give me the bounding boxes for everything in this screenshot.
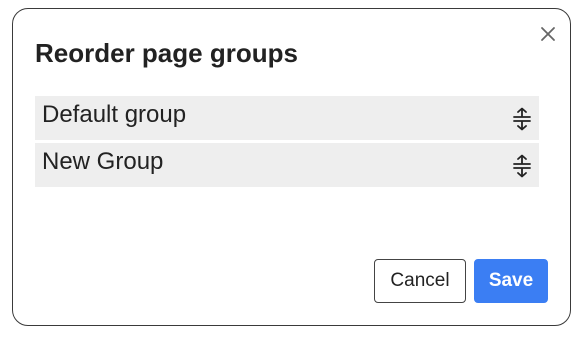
save-button[interactable]: Save	[474, 259, 548, 303]
close-icon[interactable]	[539, 25, 557, 43]
group-label: New Group	[42, 148, 164, 175]
cancel-button[interactable]: Cancel	[374, 259, 466, 303]
reorder-dialog: Reorder page groups Default group New Gr…	[12, 8, 571, 326]
group-item-default-group[interactable]: Default group	[35, 96, 539, 140]
dialog-title: Reorder page groups	[35, 38, 298, 68]
drag-handle-icon[interactable]	[512, 154, 532, 178]
group-label: Default group	[42, 101, 187, 128]
group-item-new-group[interactable]: New Group	[35, 143, 539, 187]
drag-handle-icon[interactable]	[512, 107, 532, 131]
group-list: Default group New Group	[35, 96, 539, 190]
